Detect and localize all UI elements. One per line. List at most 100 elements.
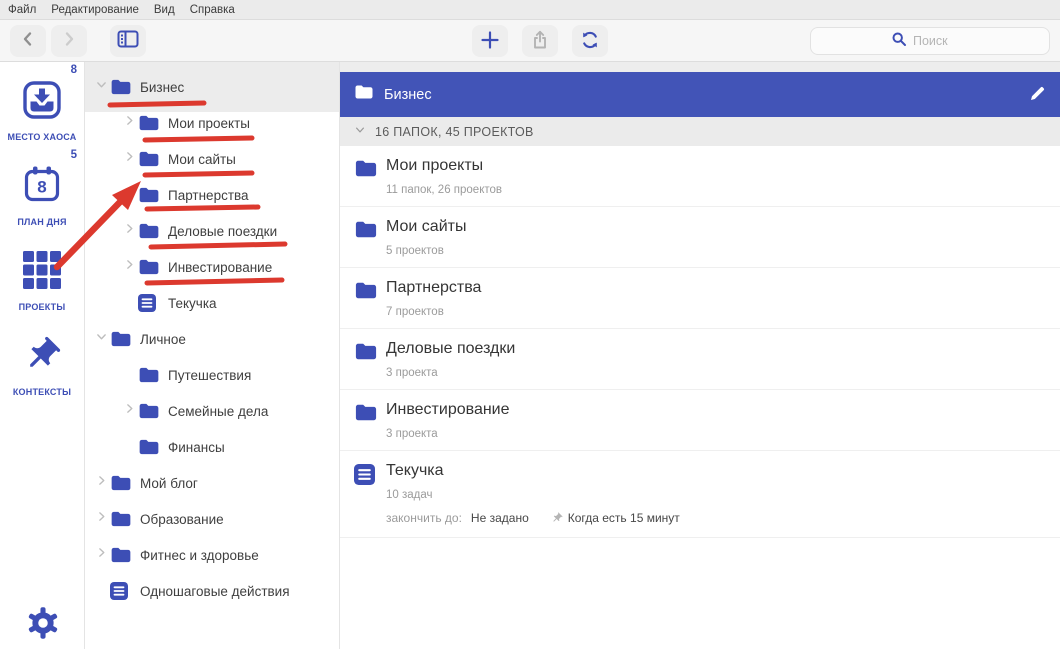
item-list: Мои проекты11 папок, 26 проектовМои сайт… xyxy=(340,146,1060,538)
folder-icon xyxy=(354,220,376,267)
share-icon xyxy=(530,30,550,53)
item-title: Текучка xyxy=(386,461,680,481)
list-item[interactable]: Партнерства7 проектов xyxy=(340,268,1060,329)
item-title: Мои сайты xyxy=(386,217,466,237)
tree-item-label: Деловые поездки xyxy=(168,224,277,239)
sidebar-item-label: ПРОЕКТЫ xyxy=(19,302,66,312)
folder-icon xyxy=(110,546,132,564)
content-panel: Бизнес 16 ПАПОК, 45 ПРОЕКТОВ Мои проекты… xyxy=(340,62,1060,649)
share-button[interactable] xyxy=(522,25,558,57)
badge-count: 8 xyxy=(71,64,77,76)
chevron-right-icon[interactable] xyxy=(123,114,136,132)
search-box[interactable] xyxy=(810,27,1050,55)
menu-item[interactable]: Справка xyxy=(190,4,235,16)
refresh-icon xyxy=(580,30,600,53)
content-header: Бизнес xyxy=(340,72,1060,117)
tree-item-label: Одношаговые действия xyxy=(140,584,290,599)
tree-item[interactable]: Мои проекты xyxy=(85,105,339,141)
folder-icon xyxy=(354,281,376,328)
folder-icon xyxy=(354,159,376,206)
tree-item[interactable]: Партнерства xyxy=(85,177,339,213)
list-icon xyxy=(110,582,132,600)
forward-button[interactable] xyxy=(51,25,87,57)
svg-text:8: 8 xyxy=(37,178,46,197)
chevron-down-icon[interactable] xyxy=(95,78,108,96)
tree-item[interactable]: Семейные дела xyxy=(85,393,339,429)
menu-bar: Файл Редактирование Вид Справка xyxy=(0,0,1060,20)
tree-item-label: Путешествия xyxy=(168,368,251,383)
chevron-down-icon xyxy=(354,123,366,141)
list-icon xyxy=(354,464,376,537)
folder-icon xyxy=(110,474,132,492)
item-title: Инвестирование xyxy=(386,400,510,420)
sidebar-item-план-дня[interactable]: 58ПЛАН ДНЯ xyxy=(0,147,84,232)
deadline-label: закончить до: xyxy=(386,511,462,525)
sidebar-item-место-хаоса[interactable]: 8МЕСТО ХАОСА xyxy=(0,62,84,147)
chevron-left-icon xyxy=(19,30,37,51)
chevron-right-icon xyxy=(60,30,78,51)
add-button[interactable] xyxy=(472,25,508,57)
chevron-right-icon[interactable] xyxy=(95,474,108,492)
list-item[interactable]: Текучка10 задачзакончить до:Не заданоКог… xyxy=(340,451,1060,538)
tree-item[interactable]: Финансы xyxy=(85,429,339,465)
toggle-sidebar-button[interactable] xyxy=(110,25,146,57)
tree-item-label: Фитнес и здоровье xyxy=(140,548,259,563)
section-label: 16 ПАПОК, 45 ПРОЕКТОВ xyxy=(375,125,534,139)
folder-icon xyxy=(138,402,160,420)
sidebar-item-контексты[interactable]: КОНТЕКСТЫ xyxy=(0,317,84,402)
item-title: Мои проекты xyxy=(386,156,502,176)
chevron-right-icon[interactable] xyxy=(95,510,108,528)
chevron-right-icon[interactable] xyxy=(123,222,136,240)
menu-item[interactable]: Редактирование xyxy=(51,4,139,16)
tree-item[interactable]: Образование xyxy=(85,501,339,537)
chevron-down-icon[interactable] xyxy=(95,330,108,348)
tree-item-label: Личное xyxy=(140,332,186,347)
folder-icon xyxy=(138,438,160,456)
sync-button[interactable] xyxy=(572,25,608,57)
back-button[interactable] xyxy=(10,25,46,57)
menu-item[interactable]: Вид xyxy=(154,4,175,16)
toolbar xyxy=(0,20,1060,62)
search-input[interactable] xyxy=(913,34,969,48)
settings-button[interactable] xyxy=(26,606,60,643)
sidebar-item-label: КОНТЕКСТЫ xyxy=(13,387,71,397)
chevron-right-icon[interactable] xyxy=(95,546,108,564)
tree-item[interactable]: Одношаговые действия xyxy=(85,573,339,609)
tree-item[interactable]: Мой блог xyxy=(85,465,339,501)
folder-icon xyxy=(138,366,160,384)
folder-icon xyxy=(354,403,376,450)
app-window: Файл Редактирование Вид Справка xyxy=(0,0,1060,649)
menu-item[interactable]: Файл xyxy=(8,4,36,16)
plus-icon xyxy=(480,30,500,53)
folder-icon xyxy=(138,222,160,240)
chevron-right-icon[interactable] xyxy=(123,258,136,276)
page-title: Бизнес xyxy=(384,87,1029,103)
section-header[interactable]: 16 ПАПОК, 45 ПРОЕКТОВ xyxy=(340,117,1060,146)
tree-item[interactable]: Путешествия xyxy=(85,357,339,393)
folder-icon xyxy=(138,114,160,132)
tree-item[interactable]: Деловые поездки xyxy=(85,213,339,249)
grid-icon xyxy=(22,250,62,295)
tree-item[interactable]: Личное xyxy=(85,321,339,357)
tree-item[interactable]: Бизнес xyxy=(85,69,339,105)
sidebar-item-label: ПЛАН ДНЯ xyxy=(17,217,66,227)
edit-button[interactable] xyxy=(1029,85,1046,105)
list-item[interactable]: Мои проекты11 папок, 26 проектов xyxy=(340,146,1060,207)
sidebar-item-проекты[interactable]: ПРОЕКТЫ xyxy=(0,232,84,317)
chevron-right-icon[interactable] xyxy=(123,402,136,420)
tree-item-label: Семейные дела xyxy=(168,404,268,419)
list-item[interactable]: Мои сайты5 проектов xyxy=(340,207,1060,268)
chevron-right-icon[interactable] xyxy=(123,150,136,168)
tree-item[interactable]: Фитнес и здоровье xyxy=(85,537,339,573)
folder-icon xyxy=(110,510,132,528)
tree-item[interactable]: Текучка xyxy=(85,285,339,321)
item-title: Партнерства xyxy=(386,278,481,298)
list-item[interactable]: Деловые поездки3 проекта xyxy=(340,329,1060,390)
pin-icon xyxy=(551,512,563,524)
tree-item[interactable]: Мои сайты xyxy=(85,141,339,177)
tree-item[interactable]: Инвестирование xyxy=(85,249,339,285)
tree-item-label: Текучка xyxy=(168,296,217,311)
list-item[interactable]: Инвестирование3 проекта xyxy=(340,390,1060,451)
tree-item-label: Мой блог xyxy=(140,476,198,491)
folder-icon xyxy=(354,342,376,389)
